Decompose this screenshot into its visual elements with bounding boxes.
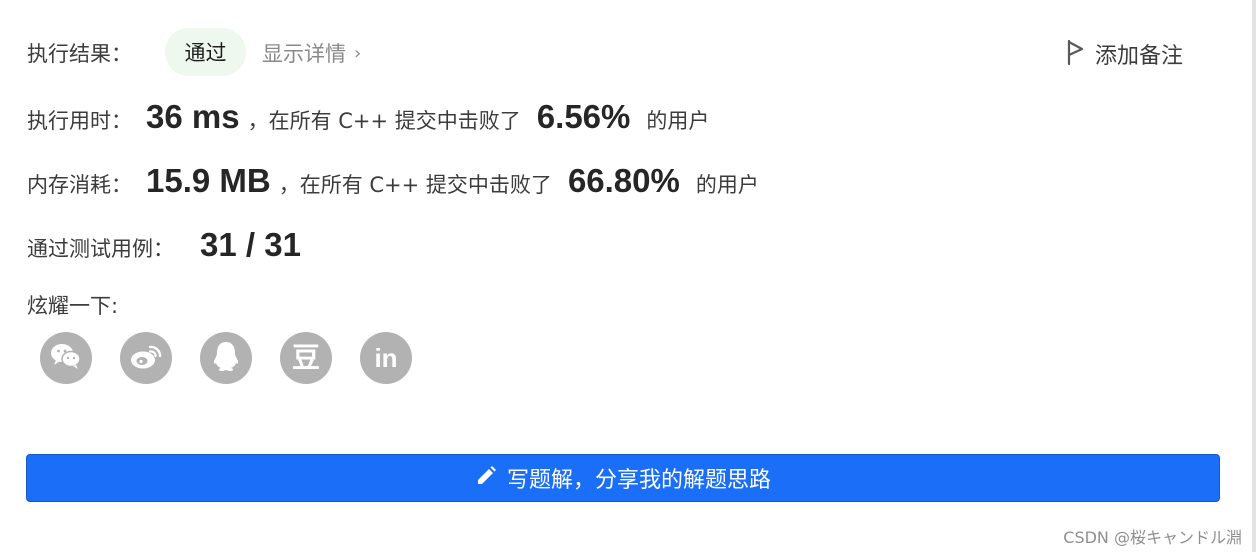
- share-weibo-button[interactable]: [120, 332, 172, 384]
- share-wechat-button[interactable]: [40, 332, 92, 384]
- testcases-label: 通过测试用例：: [27, 237, 174, 261]
- watermark: CSDN @桜キャンドル淵: [1063, 528, 1242, 547]
- show-details-label: 显示详情: [262, 42, 346, 66]
- douban-icon: 豆: [291, 341, 320, 374]
- add-note-label: 添加备注: [1095, 44, 1184, 69]
- memory-text: ，在所有 C++ 提交中击败了: [278, 173, 552, 197]
- runtime-label: 执行用时：: [27, 109, 132, 133]
- status-badge: 通过: [165, 28, 246, 76]
- write-solution-label: 写题解，分享我的解题思路: [506, 468, 771, 493]
- share-linkedin-button[interactable]: in: [360, 332, 412, 384]
- linkedin-icon: in: [374, 343, 398, 373]
- result-label: 执行结果：: [27, 42, 132, 66]
- runtime-value: 36 ms: [146, 98, 240, 135]
- share-qq-button[interactable]: [200, 332, 252, 384]
- wechat-icon: [50, 342, 82, 374]
- right-border: [1252, 0, 1256, 552]
- result-row: 执行结果：: [27, 38, 132, 68]
- pencil-icon: [475, 465, 497, 491]
- memory-row: 内存消耗： 15.9 MB ，在所有 C++ 提交中击败了 66.80% 的用户: [27, 162, 759, 200]
- testcases-value: 31 / 31: [200, 226, 301, 263]
- flag-icon: [1065, 39, 1085, 69]
- write-solution-button[interactable]: 写题解，分享我的解题思路: [26, 454, 1220, 502]
- runtime-text: ，在所有 C++ 提交中击败了: [247, 109, 521, 133]
- qq-icon: [212, 340, 240, 376]
- runtime-percent: 6.56%: [536, 98, 631, 135]
- memory-label: 内存消耗：: [27, 173, 132, 197]
- runtime-row: 执行用时： 36 ms ，在所有 C++ 提交中击败了 6.56% 的用户: [27, 98, 709, 136]
- memory-percent: 66.80%: [567, 162, 680, 199]
- share-douban-button[interactable]: 豆: [280, 332, 332, 384]
- share-row: 炫耀一下:: [27, 290, 118, 320]
- share-label: 炫耀一下:: [27, 294, 119, 318]
- chevron-right-icon: ›: [354, 42, 362, 64]
- memory-value: 15.9 MB: [146, 162, 271, 199]
- add-note-button[interactable]: 添加备注: [1065, 38, 1183, 70]
- runtime-suffix: 的用户: [646, 109, 710, 133]
- show-details-link[interactable]: 显示详情 ›: [262, 38, 361, 68]
- testcases-row: 通过测试用例： 31 / 31: [27, 226, 301, 264]
- weibo-icon: [129, 341, 163, 375]
- memory-suffix: 的用户: [695, 173, 759, 197]
